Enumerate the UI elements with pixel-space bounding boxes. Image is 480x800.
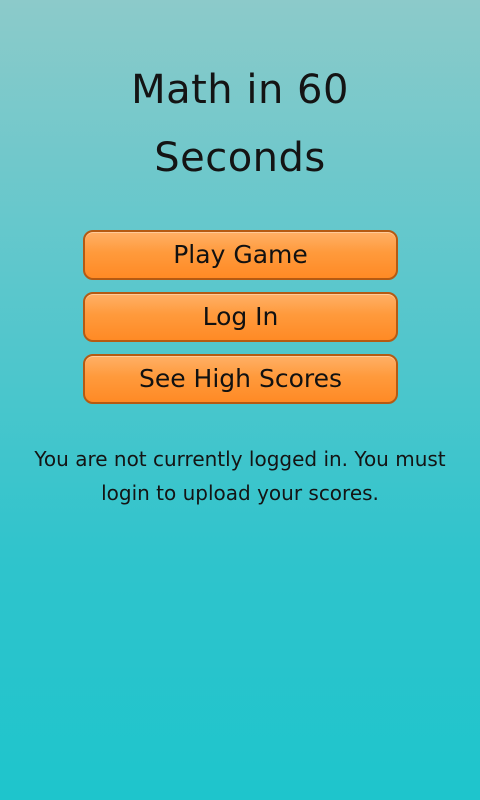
app-title: Math in 60 Seconds: [131, 67, 349, 181]
see-high-scores-button[interactable]: See High Scores: [83, 354, 398, 404]
main-menu-screen: Math in 60 Seconds Play Game Log In See …: [0, 0, 480, 800]
play-game-button[interactable]: Play Game: [83, 230, 398, 280]
login-status-message: You are not currently logged in. You mus…: [34, 447, 446, 505]
log-in-button[interactable]: Log In: [83, 292, 398, 342]
main-menu: Play Game Log In See High Scores: [83, 230, 398, 416]
